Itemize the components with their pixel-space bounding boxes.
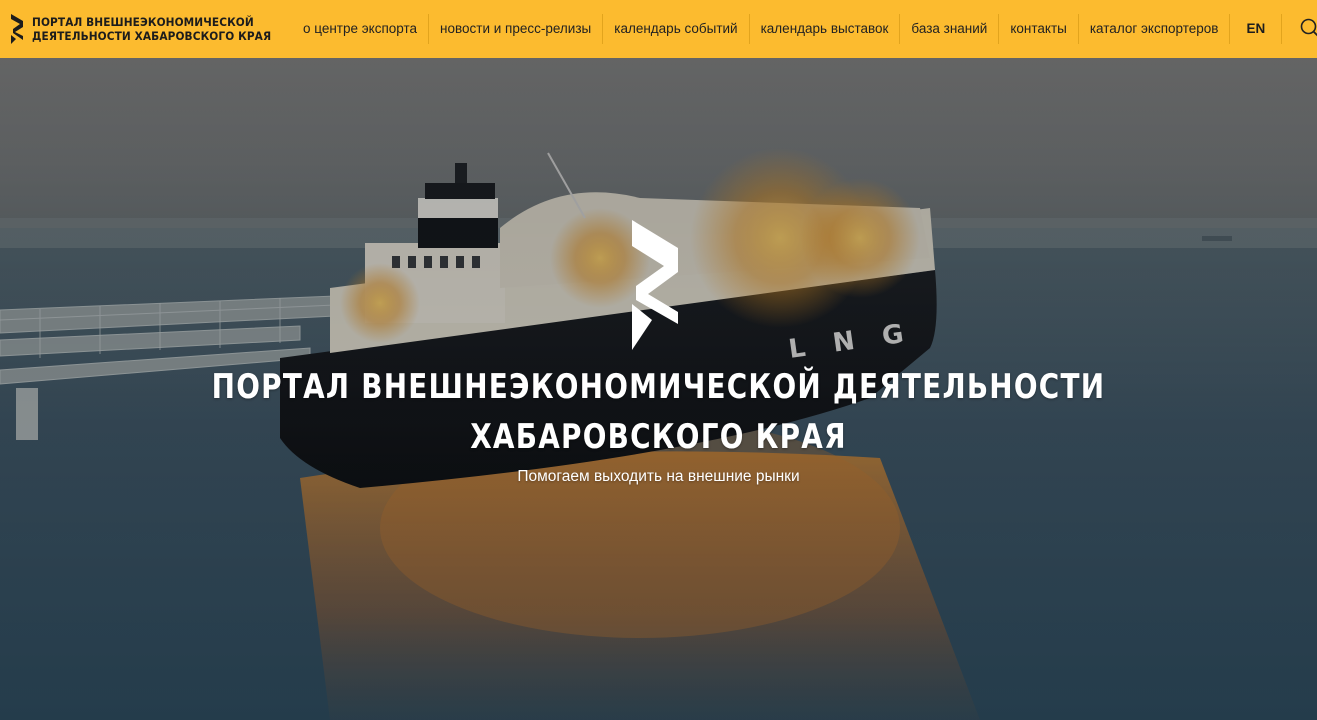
- logo-text-line2: ДЕЯТЕЛЬНОСТИ ХАБАРОВСКОГО КРАЯ: [32, 29, 272, 43]
- hero-logo-mark-icon: [632, 220, 678, 350]
- search-icon: [1300, 18, 1317, 37]
- site-header: ПОРТАЛ ВНЕШНЕЭКОНОМИЧЕСКОЙ ДЕЯТЕЛЬНОСТИ …: [0, 0, 1317, 58]
- logo-mark-icon: [11, 14, 23, 44]
- language-switch[interactable]: EN: [1229, 14, 1283, 44]
- hero-subtitle: Помогаем выходить на внешние рынки: [517, 468, 800, 485]
- nav-item-exhibitions-calendar[interactable]: календарь выставок: [748, 14, 900, 44]
- nav-item-knowledge-base[interactable]: база знаний: [899, 14, 998, 44]
- logo-text-line1: ПОРТАЛ ВНЕШНЕЭКОНОМИЧЕСКОЙ: [32, 15, 254, 29]
- site-logo[interactable]: ПОРТАЛ ВНЕШНЕЭКОНОМИЧЕСКОЙ ДЕЯТЕЛЬНОСТИ …: [10, 0, 292, 58]
- hero-content: ПОРТАЛ ВНЕШНЕЭКОНОМИЧЕСКОЙ ДЕЯТЕЛЬНОСТИ …: [0, 58, 1317, 720]
- logo-text: ПОРТАЛ ВНЕШНЕЭКОНОМИЧЕСКОЙ ДЕЯТЕЛЬНОСТИ …: [32, 15, 271, 43]
- main-nav: о центре экспорта новости и пресс-релизы…: [292, 0, 1317, 58]
- nav-item-events-calendar[interactable]: календарь событий: [602, 14, 748, 44]
- search-button[interactable]: [1282, 0, 1317, 58]
- nav-item-contacts[interactable]: контакты: [998, 14, 1078, 44]
- hero-title: ПОРТАЛ ВНЕШНЕЭКОНОМИЧЕСКОЙ ДЕЯТЕЛЬНОСТИ …: [0, 362, 1317, 462]
- hero-title-line2: ХАБАРОВСКОГО КРАЯ: [470, 417, 847, 457]
- page: ПОРТАЛ ВНЕШНЕЭКОНОМИЧЕСКОЙ ДЕЯТЕЛЬНОСТИ …: [0, 0, 1317, 720]
- nav-item-news[interactable]: новости и пресс-релизы: [428, 14, 602, 44]
- hero-title-line1: ПОРТАЛ ВНЕШНЕЭКОНОМИЧЕСКОЙ ДЕЯТЕЛЬНОСТИ: [211, 367, 1106, 407]
- hero-section: LNG ПОРТАЛ ВНЕШНЕЭКОНОМИЧЕСКОЙ ДЕЯТЕЛЬНО…: [0, 58, 1317, 720]
- nav-item-about[interactable]: о центре экспорта: [292, 14, 428, 44]
- nav-item-exporters-catalog[interactable]: каталог экспортеров: [1077, 14, 1230, 44]
